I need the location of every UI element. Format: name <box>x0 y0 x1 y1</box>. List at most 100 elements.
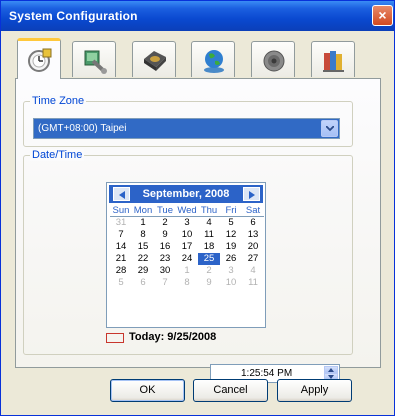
globe-network-icon <box>204 50 224 73</box>
calendar-day[interactable]: 13 <box>242 229 264 241</box>
time-value[interactable]: 1:25:54 PM <box>241 368 292 379</box>
calendar-day[interactable]: 3 <box>220 265 242 277</box>
weekday-label: Tue <box>156 205 174 216</box>
calendar-week: 28 29 30 1 2 3 4 <box>110 265 264 277</box>
today-marker <box>106 333 124 343</box>
weekday-label: Mon <box>133 205 153 216</box>
calendar-day[interactable]: 6 <box>132 277 154 289</box>
close-icon: × <box>378 7 387 23</box>
calendar-day[interactable]: 31 <box>110 217 132 229</box>
calendar-day[interactable]: 20 <box>242 241 264 253</box>
datetime-label: Date/Time <box>30 149 85 161</box>
tab-strip <box>15 38 381 79</box>
timezone-label: Time Zone <box>30 95 87 107</box>
weekday-label: Sat <box>245 205 261 216</box>
calendar-day[interactable]: 18 <box>198 241 220 253</box>
tab-date-time[interactable] <box>17 38 61 79</box>
previous-month-button[interactable] <box>113 187 130 201</box>
close-button[interactable]: × <box>372 5 393 26</box>
calendar-day[interactable]: 12 <box>220 229 242 241</box>
chevron-down-icon <box>326 126 334 132</box>
today-link[interactable]: Today: 9/25/2008 <box>129 331 216 343</box>
calendar-day[interactable]: 9 <box>198 277 220 289</box>
tab-sound[interactable] <box>251 41 295 77</box>
calendar-day[interactable]: 26 <box>220 253 242 265</box>
calendar-day[interactable]: 22 <box>132 253 154 265</box>
calendar-week: 21 22 23 24 25 26 27 <box>110 253 264 265</box>
calendar-day[interactable]: 2 <box>198 265 220 277</box>
timezone-group: Time Zone (GMT+08:00) Taipei <box>23 95 353 147</box>
calendar-day[interactable]: 30 <box>154 265 176 277</box>
calendar-week: 7 8 9 10 11 12 13 <box>110 229 264 241</box>
calendar-day[interactable]: 11 <box>198 229 220 241</box>
timezone-value: (GMT+08:00) Taipei <box>38 123 127 134</box>
speaker-icon <box>263 50 285 72</box>
window-title: System Configuration <box>9 9 138 23</box>
calendar-day[interactable]: 8 <box>132 229 154 241</box>
calendar-day-selected[interactable]: 25 <box>198 253 220 265</box>
calendar-day[interactable]: 4 <box>198 217 220 229</box>
calendar-week: 31 1 2 3 4 5 6 <box>110 217 264 229</box>
weekday-label: Wed <box>177 205 197 216</box>
calendar-day[interactable]: 8 <box>176 277 198 289</box>
datetime-group: Date/Time September, 2008 Sun Mon Tue We… <box>23 149 353 383</box>
weekday-label: Sun <box>112 205 130 216</box>
ok-button[interactable]: OK <box>110 379 185 402</box>
calendar-day[interactable]: 29 <box>132 265 154 277</box>
apply-button[interactable]: Apply <box>277 379 352 402</box>
tab-storage[interactable] <box>132 41 176 77</box>
calendar-grid: Sun Mon Tue Wed Thu Fri Sat 31 1 2 3 4 5… <box>110 205 264 289</box>
next-month-button[interactable] <box>243 187 260 201</box>
calendar-day[interactable]: 15 <box>132 241 154 253</box>
timezone-select[interactable]: (GMT+08:00) Taipei <box>33 118 340 139</box>
apply-button-label: Apply <box>300 384 329 396</box>
calendar-day[interactable]: 28 <box>110 265 132 277</box>
tab-network[interactable] <box>191 41 235 77</box>
title-bar[interactable]: System Configuration × <box>1 1 394 31</box>
calendar-day[interactable]: 7 <box>110 229 132 241</box>
weekday-label: Thu <box>200 205 218 216</box>
calendar-day[interactable]: 6 <box>242 217 264 229</box>
tab-panel-date-time: Time Zone (GMT+08:00) Taipei Date/Time S… <box>15 78 381 383</box>
calendar-day[interactable]: 1 <box>132 217 154 229</box>
calendar-day[interactable]: 27 <box>242 253 264 265</box>
calendar-day[interactable]: 3 <box>176 217 198 229</box>
calendar-month-label: September, 2008 <box>142 188 230 200</box>
time-increment-button[interactable] <box>324 366 338 373</box>
cancel-button-label: Cancel <box>213 384 248 396</box>
timezone-dropdown-button[interactable] <box>321 120 338 137</box>
chevron-left-icon <box>119 191 125 199</box>
calendar-day[interactable]: 4 <box>242 265 264 277</box>
calendar-day[interactable]: 2 <box>154 217 176 229</box>
chevron-right-icon <box>249 191 255 199</box>
calendar-day[interactable]: 17 <box>176 241 198 253</box>
calendar-day[interactable]: 24 <box>176 253 198 265</box>
calendar-day[interactable]: 10 <box>220 277 242 289</box>
calendar-day[interactable]: 19 <box>220 241 242 253</box>
calendar-day[interactable]: 5 <box>110 277 132 289</box>
ok-button-label: OK <box>139 384 156 396</box>
tools-icon <box>84 50 107 74</box>
calendar-weekday-row: Sun Mon Tue Wed Thu Fri Sat <box>110 205 264 217</box>
calendar: September, 2008 Sun Mon Tue Wed Thu Fri … <box>106 182 266 328</box>
calendar-day[interactable]: 11 <box>242 277 264 289</box>
tab-library[interactable] <box>311 41 355 77</box>
system-configuration-dialog: System Configuration × Time Zone (GMT+08… <box>0 0 395 416</box>
calendar-day[interactable]: 16 <box>154 241 176 253</box>
chevron-up-icon <box>328 368 334 372</box>
books-icon <box>323 51 344 72</box>
calendar-day[interactable]: 10 <box>176 229 198 241</box>
calendar-header: September, 2008 <box>109 185 263 203</box>
calendar-day[interactable]: 9 <box>154 229 176 241</box>
tab-tools[interactable] <box>72 41 116 77</box>
calendar-day[interactable]: 5 <box>220 217 242 229</box>
calendar-day[interactable]: 23 <box>154 253 176 265</box>
calendar-day[interactable]: 21 <box>110 253 132 265</box>
calendar-day[interactable]: 1 <box>176 265 198 277</box>
calendar-day[interactable]: 7 <box>154 277 176 289</box>
hard-drive-icon <box>144 51 166 71</box>
calendar-day[interactable]: 14 <box>110 241 132 253</box>
cancel-button[interactable]: Cancel <box>193 379 268 402</box>
weekday-label: Fri <box>225 205 237 216</box>
clock-settings-icon <box>28 48 52 72</box>
